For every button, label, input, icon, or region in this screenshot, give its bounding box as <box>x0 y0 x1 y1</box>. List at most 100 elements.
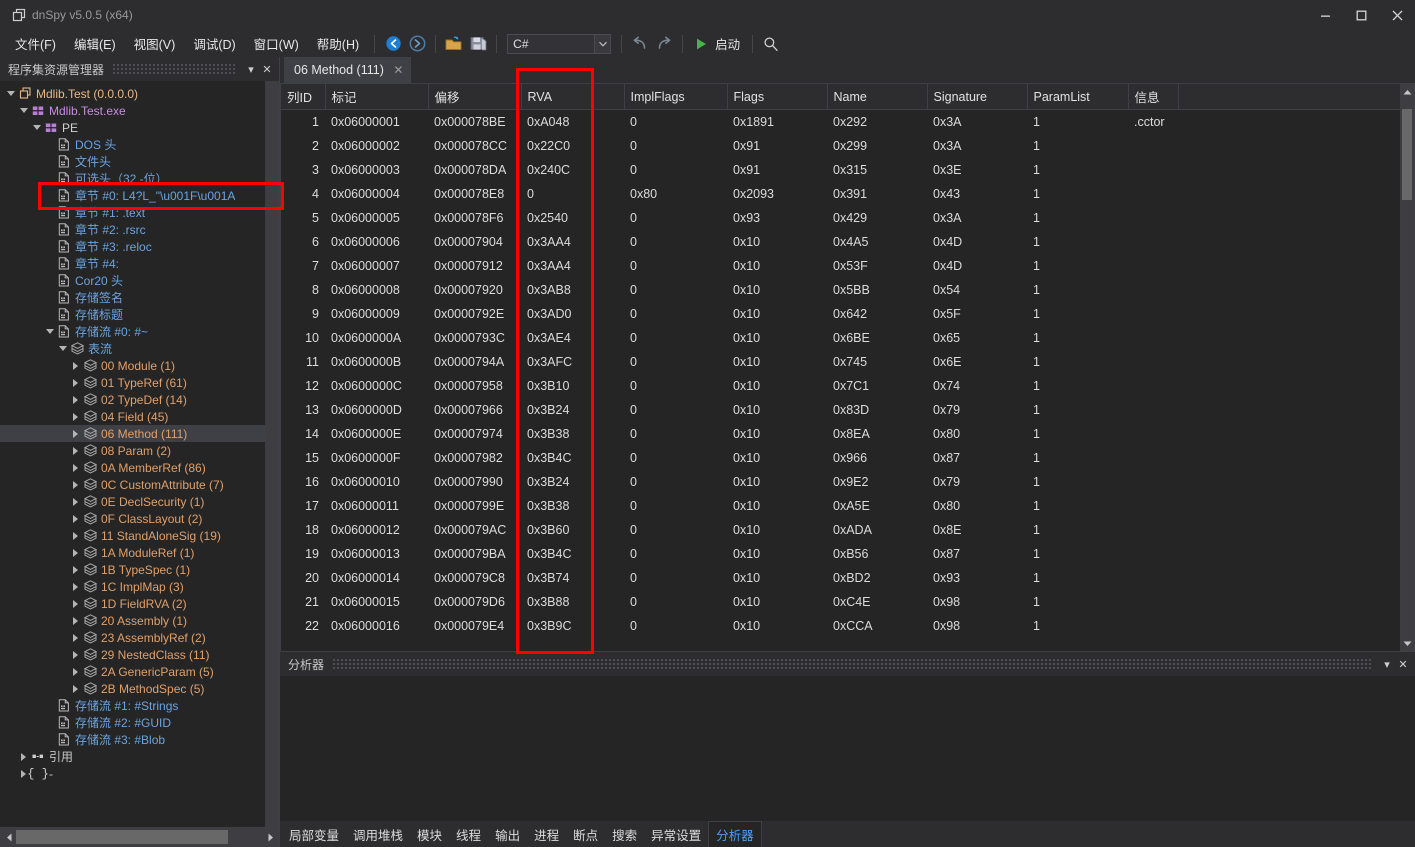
analyzer-close-button[interactable]: ✕ <box>1395 655 1411 673</box>
bottom-tab-8[interactable]: 异常设置 <box>644 822 708 846</box>
tree-item[interactable]: 2A GenericParam (5) <box>0 663 279 680</box>
column-header-signature[interactable]: Signature <box>927 84 1027 110</box>
panel-drag-grip[interactable] <box>112 63 235 75</box>
chevron-right-icon[interactable] <box>69 515 82 523</box>
tree-item[interactable]: Cor20 头 <box>0 272 279 289</box>
chevron-right-icon[interactable] <box>69 566 82 574</box>
tree-item[interactable]: 08 Param (2) <box>0 442 279 459</box>
chevron-right-icon[interactable] <box>69 362 82 370</box>
column-header-rva[interactable]: RVA <box>521 84 624 110</box>
analyzer-menu-button[interactable]: ▾ <box>1379 655 1395 673</box>
menu-help[interactable]: 帮助(H) <box>308 30 368 57</box>
table-row[interactable]: 190x060000130x000079BA0x3B4C00x100xB560x… <box>281 542 1414 566</box>
close-button[interactable] <box>1379 0 1415 30</box>
chevron-down-icon[interactable] <box>30 125 43 130</box>
chevron-right-icon[interactable] <box>69 498 82 506</box>
menu-debug[interactable]: 调试(D) <box>184 30 244 57</box>
save-icon[interactable] <box>466 33 490 55</box>
chevron-down-icon[interactable] <box>594 35 610 53</box>
tree-item[interactable]: DOS 头 <box>0 136 279 153</box>
tree-item[interactable]: 章节 #1: .text <box>0 204 279 221</box>
tree-item[interactable]: 2B MethodSpec (5) <box>0 680 279 697</box>
scroll-down-icon[interactable] <box>1400 635 1414 651</box>
chevron-right-icon[interactable] <box>69 396 82 404</box>
tree-item[interactable]: 0A MemberRef (86) <box>0 459 279 476</box>
tree-item[interactable]: Mdlib.Test (0.0.0.0) <box>0 85 279 102</box>
column-header-info[interactable]: 信息 <box>1128 84 1178 110</box>
tree-item[interactable]: 20 Assembly (1) <box>0 612 279 629</box>
column-header-name[interactable]: Name <box>827 84 927 110</box>
tree-item[interactable]: 04 Field (45) <box>0 408 279 425</box>
table-row[interactable]: 180x060000120x000079AC0x3B6000x100xADA0x… <box>281 518 1414 542</box>
scroll-up-icon[interactable] <box>1400 84 1414 100</box>
tree-item[interactable]: 引用 <box>0 748 279 765</box>
tree-item[interactable]: 29 NestedClass (11) <box>0 646 279 663</box>
chevron-down-icon[interactable] <box>4 91 17 96</box>
bottom-tab-3[interactable]: 线程 <box>449 822 488 846</box>
table-row[interactable]: 80x060000080x000079200x3AB800x100x5BB0x5… <box>281 278 1414 302</box>
scroll-left-icon[interactable] <box>2 829 16 845</box>
chevron-right-icon[interactable] <box>69 430 82 438</box>
tree-item[interactable]: 1A ModuleRef (1) <box>0 544 279 561</box>
tree-item[interactable]: 存储流 #0: #~ <box>0 323 279 340</box>
tree-item[interactable]: 0C CustomAttribute (7) <box>0 476 279 493</box>
maximize-button[interactable] <box>1343 0 1379 30</box>
tree-item[interactable]: { }- <box>0 765 279 782</box>
tab-06-method[interactable]: 06 Method (111) ✕ <box>284 57 411 83</box>
column-header-token[interactable]: 标记 <box>325 84 428 110</box>
chevron-right-icon[interactable] <box>69 685 82 693</box>
bottom-tab-9[interactable]: 分析器 <box>708 821 762 847</box>
tree-horizontal-scrollbar[interactable] <box>0 827 279 847</box>
table-row[interactable]: 120x0600000C0x000079580x3B1000x100x7C10x… <box>281 374 1414 398</box>
scroll-right-icon[interactable] <box>263 829 277 845</box>
chevron-right-icon[interactable] <box>69 583 82 591</box>
tree-hscroll-track[interactable] <box>16 830 263 844</box>
chevron-right-icon[interactable] <box>17 753 30 761</box>
table-row[interactable]: 100x0600000A0x0000793C0x3AE400x100x6BE0x… <box>281 326 1414 350</box>
minimize-button[interactable] <box>1307 0 1343 30</box>
chevron-down-icon[interactable] <box>56 346 69 351</box>
chevron-right-icon[interactable] <box>69 481 82 489</box>
open-folder-icon[interactable] <box>442 33 466 55</box>
chevron-right-icon[interactable] <box>69 668 82 676</box>
tree-item[interactable]: 23 AssemblyRef (2) <box>0 629 279 646</box>
table-row[interactable]: 90x060000090x0000792E0x3AD000x100x6420x5… <box>281 302 1414 326</box>
language-combo[interactable]: C# <box>507 34 611 54</box>
menu-file[interactable]: 文件(F) <box>6 30 65 57</box>
close-icon[interactable]: ✕ <box>392 63 405 77</box>
tree-item[interactable]: 01 TypeRef (61) <box>0 374 279 391</box>
tree-item[interactable]: 存储标题 <box>0 306 279 323</box>
assembly-tree[interactable]: Mdlib.Test (0.0.0.0)Mdlib.Test.exePEDOS … <box>0 81 279 782</box>
tree-item[interactable]: 0E DeclSecurity (1) <box>0 493 279 510</box>
bottom-tab-1[interactable]: 调用堆栈 <box>346 822 410 846</box>
table-row[interactable]: 60x060000060x000079040x3AA400x100x4A50x4… <box>281 230 1414 254</box>
bottom-tab-5[interactable]: 进程 <box>527 822 566 846</box>
table-row[interactable]: 10x060000010x000078BE0xA04800x18910x2920… <box>281 110 1414 134</box>
menu-view[interactable]: 视图(V) <box>125 30 185 57</box>
table-row[interactable]: 220x060000160x000079E40x3B9C00x100xCCA0x… <box>281 614 1414 638</box>
tree-item[interactable]: 章节 #3: .reloc <box>0 238 279 255</box>
tree-vertical-scrollbar[interactable] <box>265 81 279 827</box>
table-row[interactable]: 150x0600000F0x000079820x3B4C00x100x9660x… <box>281 446 1414 470</box>
chevron-right-icon[interactable] <box>69 447 82 455</box>
back-arrow-icon[interactable] <box>381 33 405 55</box>
grid-vertical-scrollbar[interactable] <box>1400 84 1414 651</box>
column-header-flags[interactable]: Flags <box>727 84 827 110</box>
table-row[interactable]: 110x0600000B0x0000794A0x3AFC00x100x7450x… <box>281 350 1414 374</box>
table-row[interactable]: 140x0600000E0x000079740x3B3800x100x8EA0x… <box>281 422 1414 446</box>
column-header-offset[interactable]: 偏移 <box>428 84 521 110</box>
chevron-right-icon[interactable] <box>69 379 82 387</box>
forward-arrow-icon[interactable] <box>405 33 429 55</box>
column-header-paramlist[interactable]: ParamList <box>1027 84 1128 110</box>
menu-window[interactable]: 窗口(W) <box>245 30 308 57</box>
column-header-id[interactable]: 列ID <box>281 84 325 110</box>
table-row[interactable]: 40x060000040x000078E800x800x20930x3910x4… <box>281 182 1414 206</box>
tree-item[interactable]: 章节 #2: .rsrc <box>0 221 279 238</box>
tree-item[interactable]: 0F ClassLayout (2) <box>0 510 279 527</box>
tree-item[interactable]: 02 TypeDef (14) <box>0 391 279 408</box>
table-row[interactable]: 50x060000050x000078F60x254000x930x4290x3… <box>281 206 1414 230</box>
redo-icon[interactable] <box>652 33 676 55</box>
bottom-tab-2[interactable]: 模块 <box>410 822 449 846</box>
search-icon[interactable] <box>759 33 783 55</box>
column-header-implflags[interactable]: ImplFlags <box>624 84 727 110</box>
